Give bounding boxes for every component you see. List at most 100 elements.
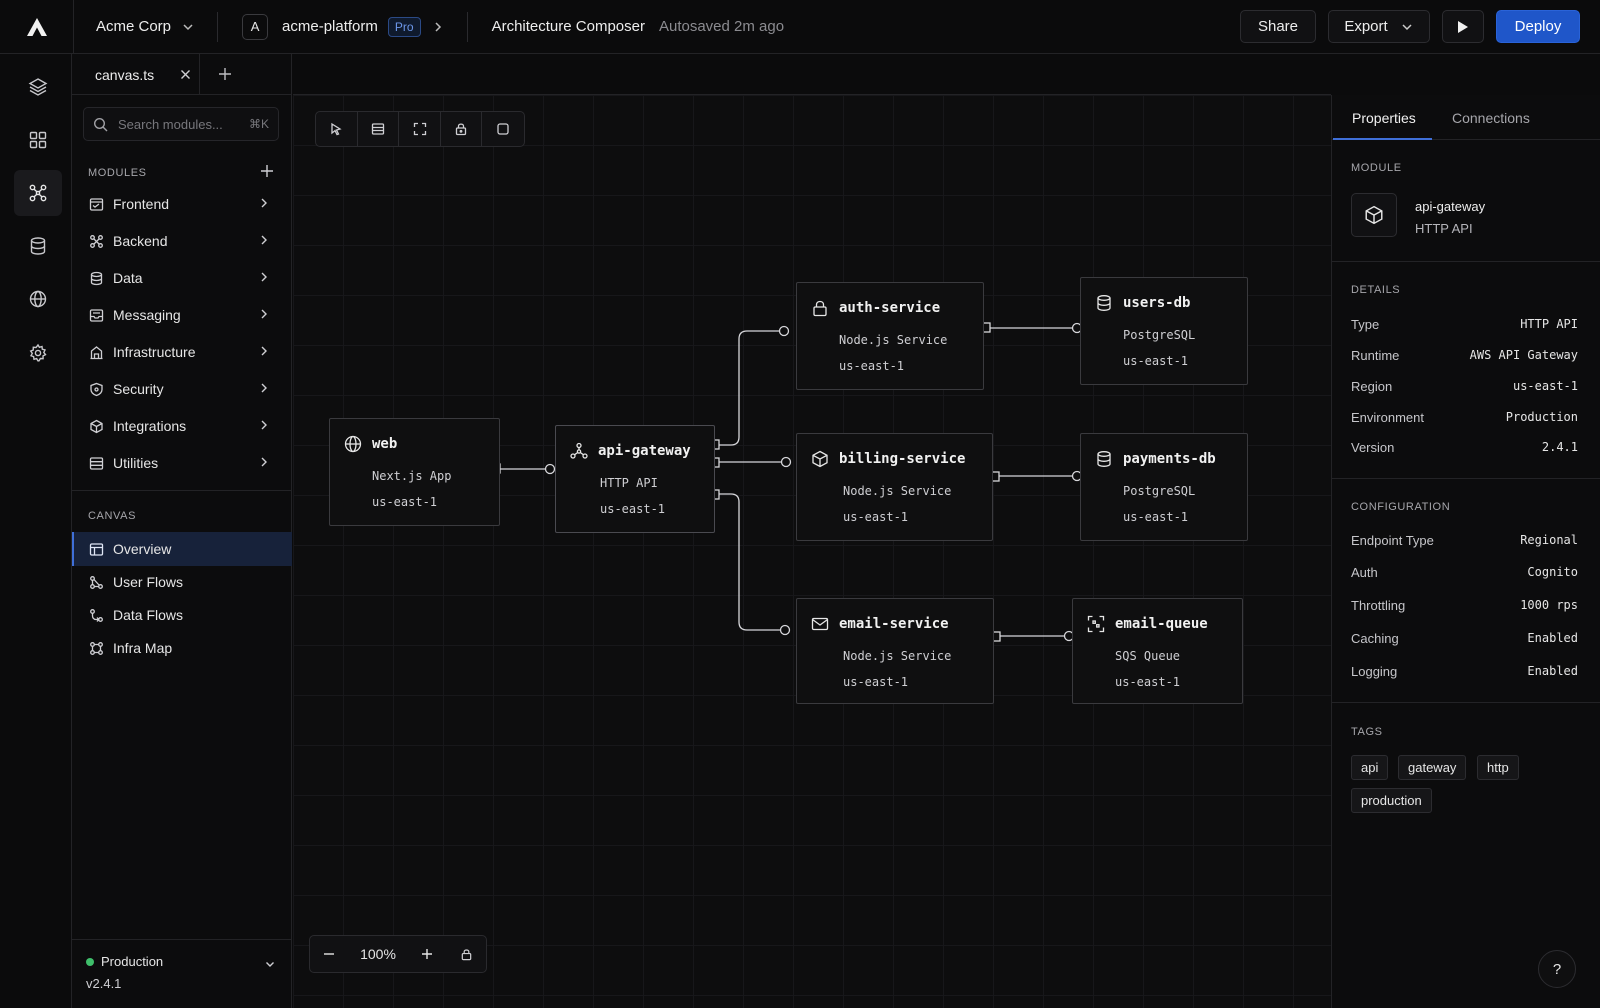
canvas-item-data-flows[interactable]: Data Flows <box>72 598 292 632</box>
node-type: PostgreSQL <box>1123 484 1196 498</box>
rail-layers[interactable] <box>14 64 62 110</box>
project-switcher[interactable]: A acme-platform Pro <box>242 13 445 40</box>
canvas-item-user-flows[interactable]: User Flows <box>72 565 292 599</box>
database-icon <box>1097 295 1111 311</box>
node-region: us-east-1 <box>1123 510 1189 524</box>
node-title: email-service <box>811 615 949 633</box>
lock-canvas-button[interactable] <box>446 936 486 972</box>
node-billing-service[interactable]: billing-service Node.js Service us-east-… <box>796 433 993 541</box>
rail-settings[interactable] <box>14 330 62 376</box>
node-api-gateway[interactable]: api-gateway HTTP API us-east-1 <box>555 425 715 533</box>
node-title: web <box>344 435 397 453</box>
node-auth-service[interactable]: auth-service Node.js Service us-east-1 <box>796 282 984 390</box>
module-integrations[interactable]: Integrations <box>72 409 292 443</box>
node-email-service[interactable]: email-service Node.js Service us-east-1 <box>796 598 994 704</box>
tag-chip[interactable]: gateway <box>1398 755 1467 780</box>
node-region: us-east-1 <box>1123 354 1189 368</box>
module-messaging[interactable]: Messaging <box>72 298 292 332</box>
chevron-right-icon <box>261 309 267 319</box>
cube-icon <box>812 450 828 468</box>
new-tab-icon[interactable] <box>217 66 233 82</box>
node-type: Next.js App <box>372 469 452 483</box>
node-users-db[interactable]: users-db PostgreSQL us-east-1 <box>1080 277 1248 385</box>
tag-chip[interactable]: http <box>1477 755 1519 780</box>
add-module-icon[interactable] <box>260 164 274 178</box>
divider <box>466 11 468 42</box>
diagram-canvas[interactable]: web Next.js App us-east-1 api-gateway HT… <box>293 95 1331 1008</box>
deploy-button[interactable]: Deploy <box>1496 10 1580 43</box>
chevron-right-icon <box>261 198 267 208</box>
node-web[interactable]: web Next.js App us-east-1 <box>329 418 500 526</box>
config-value: Regional <box>1520 533 1578 547</box>
list-icon <box>89 456 104 470</box>
node-name: email-service <box>839 616 949 632</box>
config-row: Endpoint Type Regional <box>1351 533 1578 548</box>
config-row: Auth Cognito <box>1351 565 1578 580</box>
config-key: Throttling <box>1351 598 1406 613</box>
connection-layer <box>490 322 1083 642</box>
close-icon[interactable] <box>180 69 191 80</box>
tab-properties[interactable]: Properties <box>1352 110 1416 126</box>
config-row: Throttling 1000 rps <box>1351 598 1578 613</box>
tag-chip[interactable]: api <box>1351 755 1389 780</box>
divider <box>1332 702 1600 703</box>
module-label: Integrations <box>113 418 187 434</box>
node-name: billing-service <box>839 451 966 467</box>
node-type: SQS Queue <box>1115 649 1181 663</box>
config-key: Auth <box>1351 565 1378 580</box>
app-logo[interactable] <box>0 0 74 54</box>
modules-heading: MODULES <box>88 167 147 179</box>
environment-switcher[interactable]: Production v2.4.1 <box>72 939 292 1008</box>
version-label: v2.4.1 <box>86 976 122 991</box>
environment-row: Production <box>86 954 163 969</box>
divider <box>1332 261 1600 262</box>
search-input[interactable]: Search modules... ⌘K <box>83 107 279 141</box>
node-region: us-east-1 <box>600 502 666 516</box>
canvas-item-infra-map[interactable]: Infra Map <box>72 631 292 665</box>
node-title: billing-service <box>811 450 965 468</box>
node-name: auth-service <box>839 300 941 316</box>
detail-key: Runtime <box>1351 348 1400 363</box>
zoom-out-button[interactable] <box>310 936 348 972</box>
tag-chip[interactable]: production <box>1351 788 1432 813</box>
zoom-in-button[interactable] <box>408 936 446 972</box>
node-type: Node.js Service <box>843 649 952 663</box>
lock-icon <box>813 300 827 317</box>
module-label: Infrastructure <box>113 344 196 360</box>
module-utilities[interactable]: Utilities <box>72 446 292 480</box>
module-backend[interactable]: Backend <box>72 224 292 258</box>
globe-icon <box>29 290 47 308</box>
configuration-heading: CONFIGURATION <box>1351 501 1451 513</box>
detail-row: Runtime AWS API Gateway <box>1351 348 1578 363</box>
database-icon <box>30 237 46 255</box>
rail-grid[interactable] <box>14 117 62 163</box>
node-title: users-db <box>1095 294 1190 312</box>
share-button[interactable]: Share <box>1240 10 1316 43</box>
module-icon-box <box>1351 193 1397 237</box>
module-data[interactable]: Data <box>72 261 292 295</box>
canvas-item-overview[interactable]: Overview <box>72 532 292 566</box>
node-title: api-gateway <box>570 442 691 460</box>
module-security[interactable]: Security <box>72 372 292 406</box>
file-tab-canvas[interactable]: canvas.ts <box>72 54 200 95</box>
help-button[interactable]: ? <box>1538 950 1576 988</box>
browser-icon <box>89 197 104 211</box>
globe-icon <box>344 435 362 453</box>
rail-graph[interactable] <box>14 170 62 216</box>
config-value: Enabled <box>1527 664 1578 678</box>
rail-database[interactable] <box>14 223 62 269</box>
org-switcher[interactable]: Acme Corp <box>96 18 195 35</box>
rail-globe[interactable] <box>14 276 62 322</box>
export-button[interactable]: Export <box>1328 10 1430 43</box>
module-infrastructure[interactable]: Infrastructure <box>72 335 292 369</box>
minus-icon <box>324 953 334 955</box>
node-email-queue[interactable]: email-queue SQS Queue us-east-1 <box>1072 598 1243 704</box>
module-frontend[interactable]: Frontend <box>72 187 292 221</box>
database-icon <box>90 271 103 285</box>
run-button[interactable] <box>1442 10 1484 43</box>
logo-icon <box>26 17 47 36</box>
node-payments-db[interactable]: payments-db PostgreSQL us-east-1 <box>1080 433 1248 541</box>
config-value: Cognito <box>1527 565 1578 579</box>
zoom-controls: 100% <box>309 935 487 973</box>
tab-connections[interactable]: Connections <box>1452 110 1530 126</box>
